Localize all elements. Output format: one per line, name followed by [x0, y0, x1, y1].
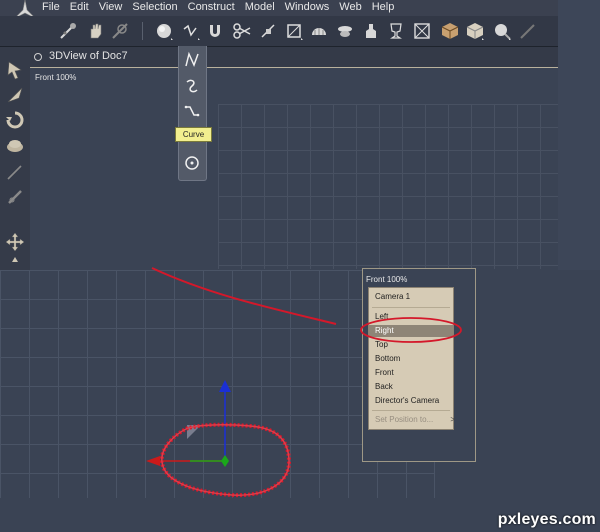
- scale-tool-icon[interactable]: [110, 21, 130, 41]
- shape-tool-icon[interactable]: [309, 21, 329, 41]
- menu-item-left[interactable]: Left: [375, 311, 388, 323]
- menu-bar: File Edit View Selection Construct Model…: [0, 0, 558, 19]
- circle-curve-icon[interactable]: [183, 154, 201, 172]
- menu-divider: [372, 307, 450, 308]
- toolbar-separator: [142, 22, 143, 40]
- submenu-arrow-icon: >: [450, 415, 455, 424]
- knife-tool-icon[interactable]: [4, 161, 26, 183]
- curve-tool-flyout: [178, 46, 207, 181]
- toolbar: [0, 16, 558, 47]
- menu-item-bottom[interactable]: Bottom: [375, 353, 400, 365]
- menu-item-set-position-label: Set Position to...: [375, 415, 434, 424]
- menu-selection[interactable]: Selection: [132, 1, 185, 13]
- tool-palette: [0, 47, 31, 270]
- curve-tool-icon[interactable]: [181, 21, 201, 41]
- select-arrow-icon[interactable]: [4, 59, 26, 81]
- cube-textured-icon[interactable]: [465, 21, 485, 41]
- pan-tool-icon[interactable]: [4, 231, 26, 253]
- polyline-curve-icon[interactable]: [183, 51, 201, 69]
- watermark: pxleyes.com: [497, 511, 596, 528]
- sphere-primitive-icon[interactable]: [154, 21, 174, 41]
- light-icon[interactable]: [492, 21, 512, 41]
- menu-web[interactable]: Web: [339, 1, 369, 13]
- magnet-tool-icon[interactable]: [205, 21, 225, 41]
- bezier-curve-icon[interactable]: [183, 102, 201, 120]
- menu-item-set-position: Set Position to... >: [375, 414, 455, 426]
- menu-windows[interactable]: Windows: [285, 1, 338, 13]
- view-title: 3DView of Doc7: [49, 50, 128, 62]
- bevel-tool-icon[interactable]: [284, 21, 304, 41]
- hand-tool-icon[interactable]: [86, 21, 106, 41]
- smooth-curve-icon[interactable]: [183, 77, 201, 95]
- view-title-bar: 3DView of Doc7: [30, 47, 558, 68]
- menu-edit[interactable]: Edit: [70, 1, 97, 13]
- menu-divider: [372, 410, 450, 411]
- smooth-tool-icon[interactable]: [335, 21, 355, 41]
- popup-zoom-label: Front 100%: [366, 275, 408, 284]
- scissors-tool-icon[interactable]: [232, 21, 252, 41]
- bezier-tool-icon[interactable]: [361, 21, 381, 41]
- menu-help[interactable]: Help: [372, 1, 403, 13]
- trophy-icon[interactable]: [386, 21, 406, 41]
- menu-model[interactable]: Model: [245, 1, 283, 13]
- menu-file[interactable]: File: [42, 1, 68, 13]
- cube-icon[interactable]: [440, 21, 460, 41]
- menu-construct[interactable]: Construct: [188, 1, 243, 13]
- cross-box-icon[interactable]: [412, 21, 432, 41]
- tooltip: Curve: [175, 127, 212, 142]
- menu-view[interactable]: View: [99, 1, 131, 13]
- menu-item-directors-camera[interactable]: Director's Camera: [375, 395, 439, 407]
- menu-item-back[interactable]: Back: [375, 381, 393, 393]
- rotate-tool-icon[interactable]: [4, 109, 26, 131]
- menu-item-right[interactable]: Right: [369, 325, 453, 337]
- scale-tool-icon[interactable]: [4, 134, 26, 156]
- view-zoom-label: Front 100%: [35, 73, 77, 82]
- lathe-tool-icon[interactable]: [258, 21, 278, 41]
- move-tool-icon[interactable]: [4, 84, 26, 106]
- camera-menu: Camera 1 Left Right Top Bottom Front Bac…: [368, 287, 455, 430]
- link-tool-icon[interactable]: [4, 186, 26, 208]
- wand-icon[interactable]: [518, 21, 538, 41]
- view-close-button[interactable]: [34, 53, 42, 61]
- menu-item-camera-1[interactable]: Camera 1: [375, 291, 410, 303]
- menu-item-front[interactable]: Front: [375, 367, 394, 379]
- menu-item-top[interactable]: Top: [375, 339, 388, 351]
- pivot-tool-icon[interactable]: [58, 21, 78, 41]
- background-strip: [558, 0, 600, 270]
- viewport-grid-top: [218, 104, 558, 269]
